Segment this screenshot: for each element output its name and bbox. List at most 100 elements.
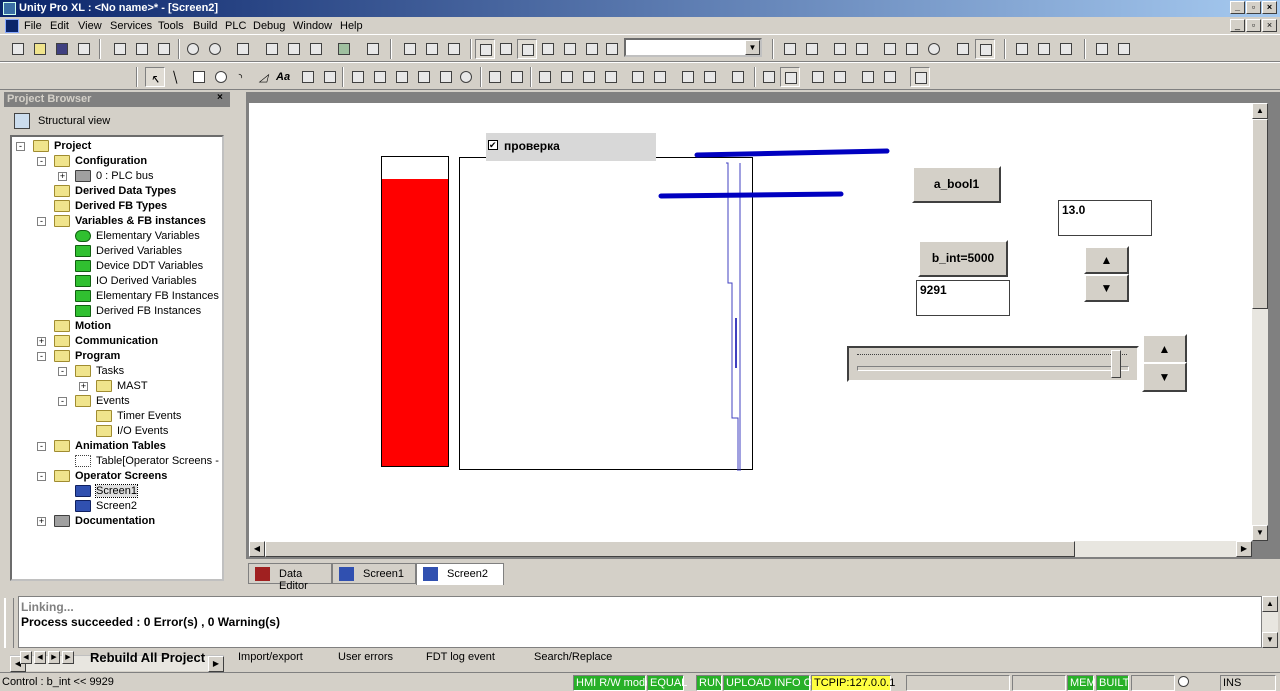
menu-help[interactable]: Help: [340, 20, 363, 32]
undo-icon[interactable]: [183, 39, 203, 59]
menu-tools[interactable]: Tools: [158, 20, 184, 32]
ungroup-icon[interactable]: [650, 67, 670, 87]
properties-icon[interactable]: [728, 67, 748, 87]
scroll-down-icon[interactable]: ▼: [1262, 632, 1278, 648]
find-icon[interactable]: [262, 39, 282, 59]
close-button[interactable]: ×: [1262, 1, 1277, 14]
layout-d-icon[interactable]: [538, 39, 558, 59]
menu-plc[interactable]: PLC: [225, 20, 246, 32]
collapse-icon[interactable]: -: [16, 142, 25, 151]
first-tab-icon[interactable]: ◀: [20, 651, 32, 664]
group-icon[interactable]: [628, 67, 648, 87]
select-icon[interactable]: ↖: [145, 67, 165, 87]
collapse-icon[interactable]: -: [37, 472, 46, 481]
paste-icon[interactable]: [154, 39, 174, 59]
tree-item[interactable]: +0 : PLC bus: [12, 169, 222, 184]
project-tree[interactable]: - Project - Configuration +0 : PLC bus Derive…: [10, 135, 224, 581]
mdi-restore-button[interactable]: ▫: [1246, 19, 1261, 32]
stop-icon[interactable]: [902, 39, 922, 59]
expand-icon[interactable]: +: [37, 517, 46, 526]
cut-icon[interactable]: [132, 39, 152, 59]
find-next-icon[interactable]: [284, 39, 304, 59]
decrement-button[interactable]: ▼: [1084, 274, 1129, 302]
prev-tab-icon[interactable]: ◀: [34, 651, 46, 664]
download-icon[interactable]: [422, 39, 442, 59]
screen-icon[interactable]: [334, 39, 354, 59]
collapse-icon[interactable]: -: [37, 352, 46, 361]
tree-item[interactable]: Table[Operator Screens - S: [12, 454, 222, 469]
slider[interactable]: [847, 346, 1139, 382]
tree-item[interactable]: + Documentation: [12, 514, 222, 529]
run-icon[interactable]: [880, 39, 900, 59]
tree-item[interactable]: - Variables & FB instances: [12, 214, 222, 229]
print-icon[interactable]: [74, 39, 94, 59]
plc-a-icon[interactable]: [780, 39, 800, 59]
tree-item[interactable]: Derived Data Types: [12, 184, 222, 199]
slider-thumb[interactable]: [1111, 350, 1122, 378]
mdi-close-button[interactable]: ×: [1262, 19, 1277, 32]
menu-edit[interactable]: Edit: [50, 20, 69, 32]
tab-search-replace[interactable]: Search/Replace: [534, 650, 612, 666]
tree-item[interactable]: - Tasks: [12, 364, 222, 379]
menu-services[interactable]: Services: [110, 20, 152, 32]
scroll-down-icon[interactable]: ▼: [1252, 525, 1268, 541]
image-icon[interactable]: [298, 67, 318, 87]
gauge-icon[interactable]: [456, 67, 476, 87]
align-a-icon[interactable]: [485, 67, 505, 87]
tab-screen1[interactable]: Screen1: [332, 563, 416, 584]
plc-c-icon[interactable]: [830, 39, 850, 59]
arrange-b-icon[interactable]: [557, 67, 577, 87]
menu-file[interactable]: File: [24, 20, 42, 32]
chevron-down-icon[interactable]: ▼: [745, 40, 760, 55]
tree-item[interactable]: Screen2: [12, 499, 222, 514]
spin-icon[interactable]: [414, 67, 434, 87]
checkbox-verify[interactable]: ✔ проверка: [486, 133, 656, 161]
layout-b-icon[interactable]: [496, 39, 516, 59]
edit-mode-icon[interactable]: [910, 67, 930, 87]
scroll-right-icon[interactable]: ▶: [1236, 541, 1252, 557]
tree-item[interactable]: Derived FB Types: [12, 199, 222, 214]
tab-import-export[interactable]: Import/export: [238, 650, 303, 666]
context-help-icon[interactable]: [1114, 39, 1134, 59]
minimize-button[interactable]: _: [1230, 1, 1245, 14]
increment-button[interactable]: ▲: [1084, 246, 1129, 274]
tree-item[interactable]: + MAST: [12, 379, 222, 394]
arrange-a-icon[interactable]: [535, 67, 555, 87]
tree-item[interactable]: + Communication: [12, 334, 222, 349]
tree-item[interactable]: IO Derived Variables: [12, 274, 222, 289]
tree-item[interactable]: - Program: [12, 349, 222, 364]
open-icon[interactable]: [30, 39, 50, 59]
canvas-hscrollbar[interactable]: ◀ ▶: [249, 541, 1252, 557]
redo-icon[interactable]: [205, 39, 225, 59]
tree-item[interactable]: Timer Events: [12, 409, 222, 424]
toolbar-combo[interactable]: ▼: [624, 38, 762, 57]
tree-item[interactable]: Elementary Variables: [12, 229, 222, 244]
tab-screen2[interactable]: Screen2: [416, 563, 504, 585]
checkbox-icon[interactable]: [392, 67, 412, 87]
real-value-field[interactable]: 13.0: [1058, 200, 1152, 236]
slider-up-button[interactable]: ▲: [1142, 334, 1187, 364]
tree-item[interactable]: - Events: [12, 394, 222, 409]
var-c-icon[interactable]: [858, 67, 878, 87]
vscroll-thumb[interactable]: [1252, 119, 1268, 309]
tab-rebuild-all-project[interactable]: Rebuild All Project: [90, 649, 205, 665]
tree-item[interactable]: Motion: [12, 319, 222, 334]
scroll-up-icon[interactable]: ▲: [1262, 596, 1278, 612]
mdi-minimize-button[interactable]: _: [1230, 19, 1245, 32]
tree-item[interactable]: - Operator Screens: [12, 469, 222, 484]
layout-a-icon[interactable]: [475, 39, 495, 59]
window-c-icon[interactable]: [1056, 39, 1076, 59]
upload-icon[interactable]: [444, 39, 464, 59]
text-icon[interactable]: Aa: [275, 67, 295, 87]
layout-c-icon[interactable]: [517, 39, 537, 59]
plc-d-icon[interactable]: [852, 39, 872, 59]
check-icon[interactable]: [233, 39, 253, 59]
expand-icon[interactable]: +: [37, 337, 46, 346]
collapse-icon[interactable]: -: [58, 367, 67, 376]
restore-button[interactable]: ▫: [1246, 1, 1261, 14]
align-b-icon[interactable]: [507, 67, 527, 87]
b-int-button[interactable]: b_int=5000: [918, 240, 1008, 277]
slider-down-button[interactable]: ▼: [1142, 362, 1187, 392]
tree-item[interactable]: - Configuration: [12, 154, 222, 169]
collapse-icon[interactable]: -: [58, 397, 67, 406]
